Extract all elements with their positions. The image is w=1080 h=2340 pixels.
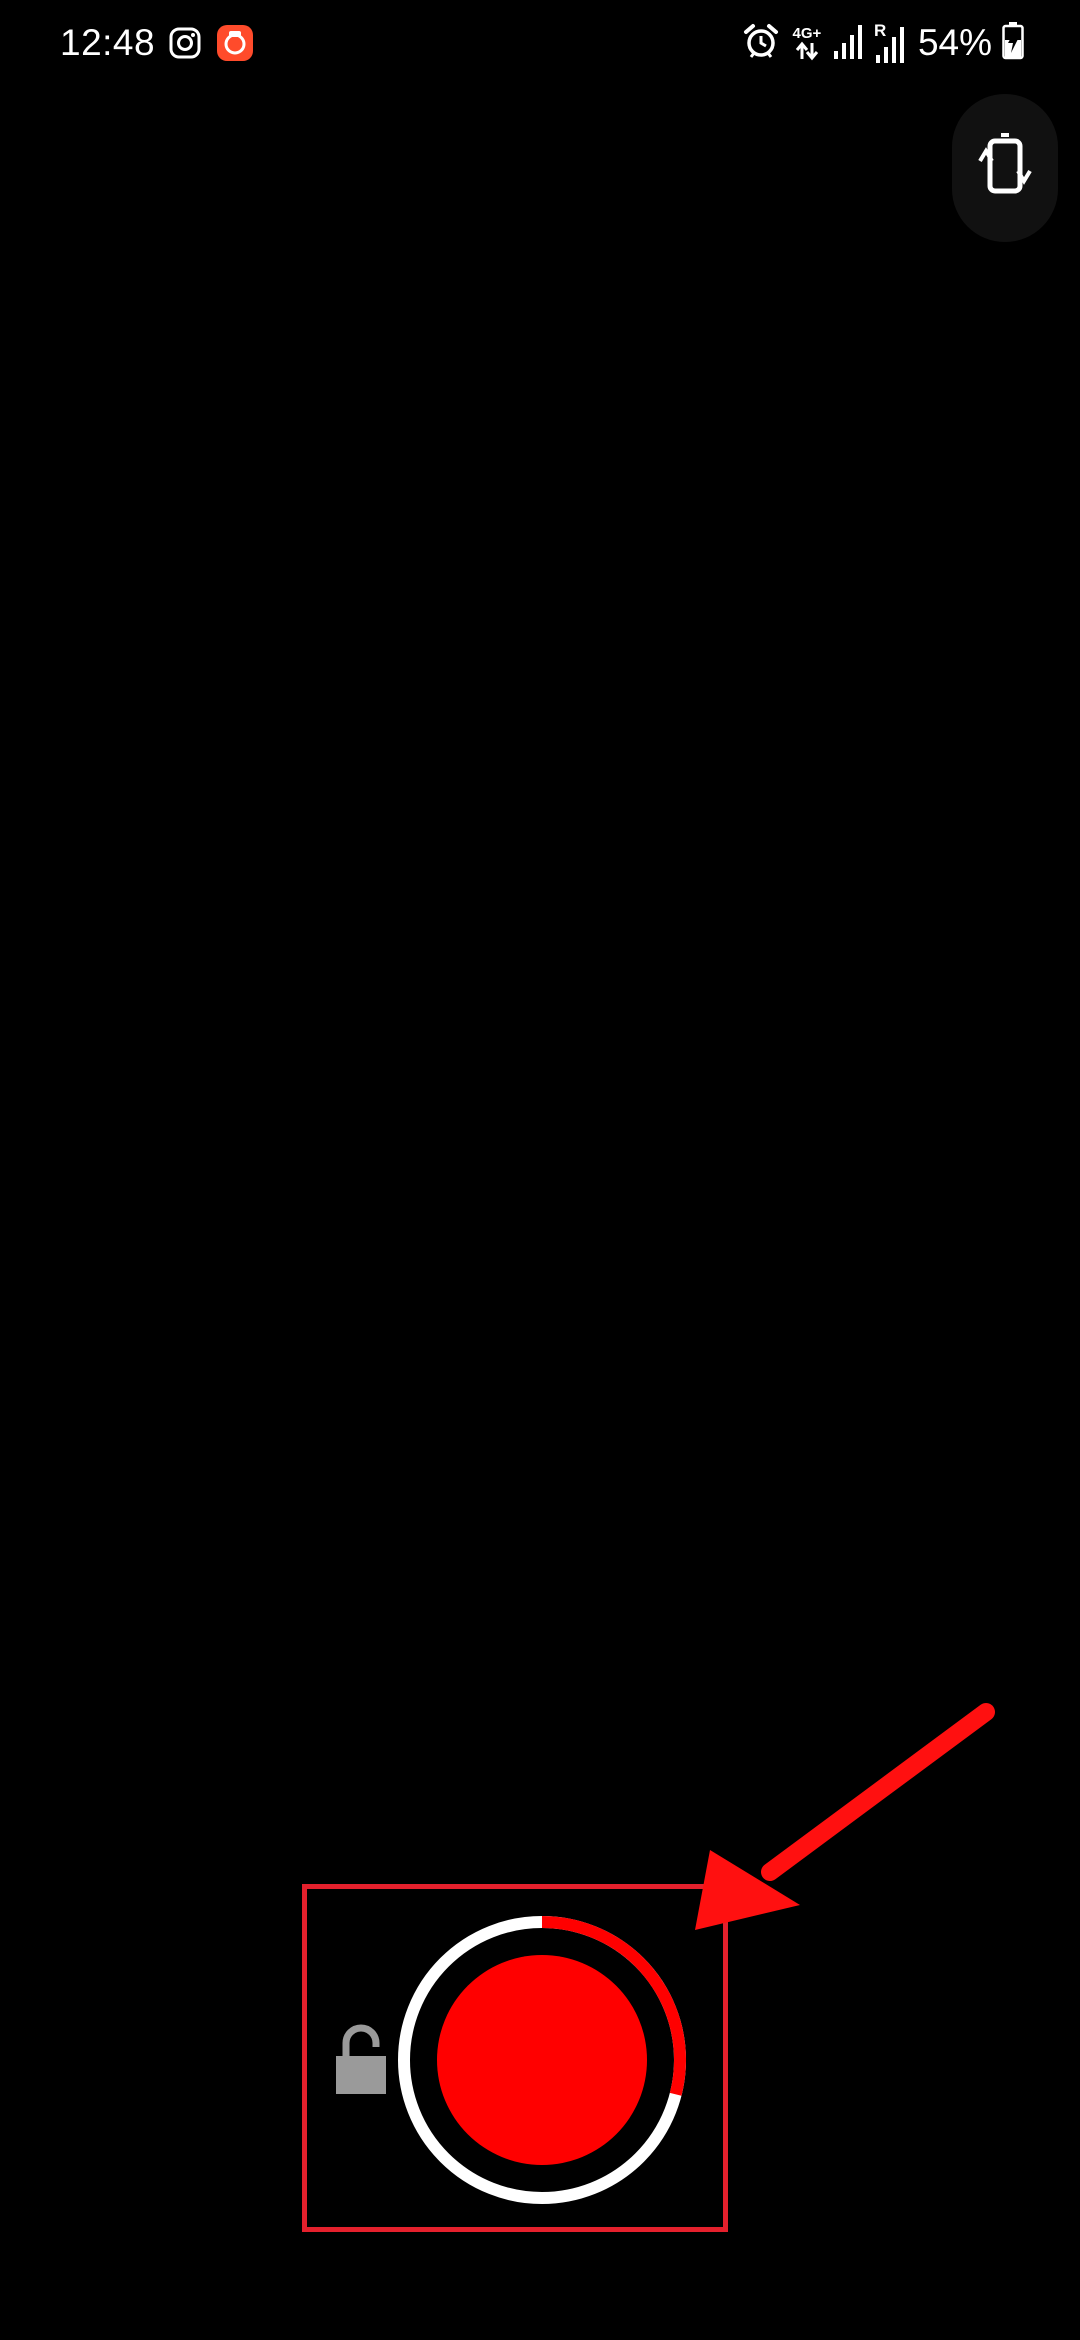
instagram-icon bbox=[168, 26, 202, 65]
status-time: 12:48 bbox=[60, 22, 156, 63]
status-left-icons bbox=[168, 24, 254, 67]
rotate-camera-icon bbox=[975, 131, 1035, 206]
signal-icon bbox=[833, 23, 864, 64]
annotation-arrow bbox=[695, 1703, 995, 1930]
status-right-icons: 4G+ R 54% bbox=[742, 20, 1024, 66]
record-icon bbox=[437, 1955, 647, 2165]
data-arrows-icon: 4G+ bbox=[790, 26, 824, 61]
status-bar: 12:48 4G+ R 54% bbox=[0, 0, 1080, 86]
battery-percent: 54% bbox=[917, 22, 992, 63]
rotate-camera-button[interactable] bbox=[952, 94, 1058, 242]
battery-charging-icon bbox=[1002, 21, 1024, 65]
signal-roaming-icon: R bbox=[874, 22, 908, 63]
lock-icon[interactable] bbox=[334, 2024, 388, 2096]
record-button[interactable] bbox=[392, 1910, 692, 2210]
alarm-icon bbox=[742, 22, 780, 65]
camera-app-notification-icon bbox=[216, 24, 254, 67]
network-type-label: 4G+ bbox=[792, 24, 822, 42]
